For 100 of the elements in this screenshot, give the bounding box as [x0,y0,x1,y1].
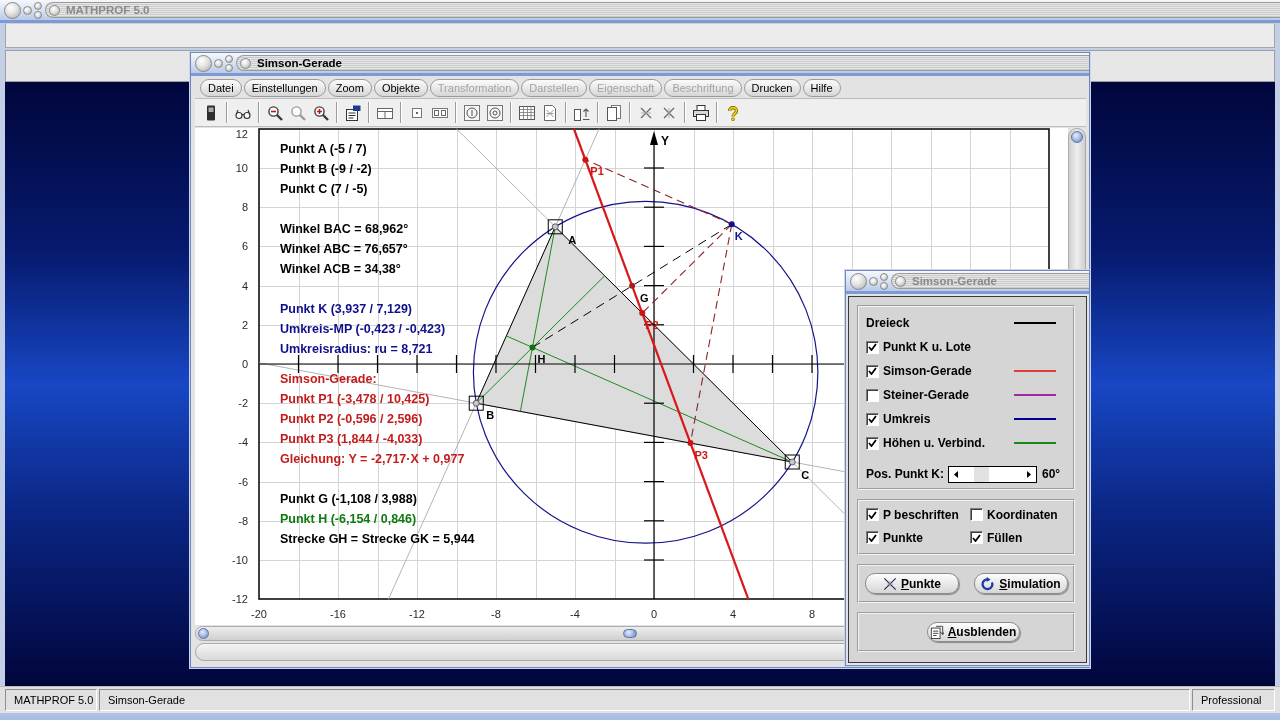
circle-square-icon[interactable] [487,104,503,121]
form-icon [929,625,944,639]
y-tick-label: -6 [238,475,248,488]
point-label: K [734,230,743,243]
point-marker [728,221,735,228]
checkmark-icon [868,415,877,423]
checkbox[interactable] [970,531,983,544]
zoom-icon[interactable] [290,104,306,121]
circle-button-icon[interactable] [850,272,867,290]
document-icon[interactable] [542,104,558,121]
info-line: Punkt K (3,937 / 7,129) [280,301,412,318]
checkmark-icon [868,439,877,447]
point-marker [582,156,589,163]
checkbox-label[interactable]: Punkte [883,530,923,545]
y-tick-label: 4 [241,279,248,292]
menu-item[interactable]: Hilfe [802,79,841,97]
menu-item[interactable]: Objekte [373,79,428,97]
checkbox[interactable] [866,364,879,378]
checkbox-label[interactable]: Füllen [987,530,1023,545]
checkmark-icon [868,533,877,542]
axis-label: Y [661,134,669,148]
checkbox-label[interactable]: Umkreis [883,412,931,426]
y-tick-label: -10 [232,554,248,566]
checkbox[interactable] [866,531,879,544]
circle-button-icon[interactable] [198,628,209,639]
arrow-left-icon[interactable] [954,470,958,478]
menu-item[interactable]: Datei [200,79,242,97]
status-field: Simson-Gerade [99,689,1190,711]
help-icon[interactable] [725,104,741,121]
table-icon[interactable] [519,104,535,121]
x-tick-label: -16 [330,608,346,620]
circle-square-icon[interactable] [464,104,480,121]
checkbox-label[interactable]: Punkt K u. Lote [883,340,971,354]
point-label: H [537,353,546,366]
y-tick-label: 0 [241,358,248,370]
x-tick-label: 0 [650,608,658,620]
zoom-out-icon[interactable] [267,104,283,121]
pages-icon[interactable] [606,104,622,121]
circle-button-icon[interactable] [49,4,60,16]
checkbox[interactable] [866,412,879,426]
checkbox[interactable] [866,388,879,402]
position-slider[interactable] [948,465,1037,483]
checkbox[interactable] [866,340,879,354]
slider-thumb[interactable] [974,466,989,482]
zoom-in-icon[interactable] [313,104,329,121]
circle-button-icon[interactable] [240,57,251,69]
checkbox-label[interactable]: Steiner-Gerade [883,388,970,402]
y-tick-label: 12 [235,128,248,140]
cross-icon [883,576,897,591]
checkbox-label[interactable]: P beschriften [883,507,959,522]
info-line: Punkt A (-5 / 7) [280,141,367,158]
checkbox[interactable] [866,508,879,521]
point-label: P1 [590,164,604,177]
form-icon[interactable] [345,104,361,121]
checkbox-label[interactable]: Höhen u. Verbind. [883,436,985,450]
point-marker [639,310,646,317]
y-tick-label: -12 [232,593,248,606]
checkbox-label[interactable]: Koordinaten [987,507,1058,522]
points-button[interactable]: Punkte [865,573,959,594]
window-title: Simson-Gerade [912,275,997,287]
scrollbar-thumb[interactable] [623,629,637,638]
x-tick-label: -4 [570,608,580,620]
checkbox-label[interactable]: Simson-Gerade [883,364,972,378]
info-line: Punkt P2 (-0,596 / 2,596) [280,411,423,428]
circle-button-icon[interactable] [195,54,212,72]
checkmark-icon [868,343,877,351]
y-tick-label: 8 [241,201,248,214]
menu-item[interactable]: Drucken [743,79,801,97]
rotate-icon [981,576,996,591]
simulation-button[interactable]: Simulation [974,573,1068,594]
y-tick-label: -8 [238,514,248,527]
circle-button-icon[interactable] [4,1,21,19]
info-line: Simson-Gerade: [280,371,377,388]
status-field: Professional [1192,689,1275,711]
menu-item[interactable]: Einstellungen [243,79,326,97]
point-label: A [568,233,577,246]
point-marker [529,344,536,351]
info-line: Umkreis-MP (-0,423 / -0,423) [280,321,446,338]
checkbox[interactable] [866,436,879,450]
menu-item[interactable]: Zoom [327,79,372,97]
info-line: Strecke GH = Strecke GK = 5,944 [280,531,475,548]
point-marker [629,282,636,289]
x-tick-label: -12 [409,608,425,620]
checkmark-icon [868,510,877,519]
info-line: Punkt H (-6,154 / 0,846) [280,511,417,528]
status-field: MATHPROF 5.0 [5,689,97,711]
y-tick-label: 2 [241,318,248,331]
point-marker [687,440,694,447]
point-label: P3 [694,449,708,462]
info-line: Punkt P1 (-3,478 / 10,425) [280,391,430,408]
checkmark-icon [868,367,877,375]
arrow-right-icon[interactable] [1027,470,1031,478]
info-line: Punkt P3 (1,844 / -4,033) [280,431,423,448]
circle-button-icon[interactable] [895,275,906,287]
printer-icon[interactable] [693,104,709,121]
hide-button[interactable]: Ausblenden [926,622,1020,642]
point-label: B [486,409,495,422]
point-label: G [640,291,649,304]
scrollbar-thumb[interactable] [1071,131,1083,143]
checkbox[interactable] [970,508,983,521]
